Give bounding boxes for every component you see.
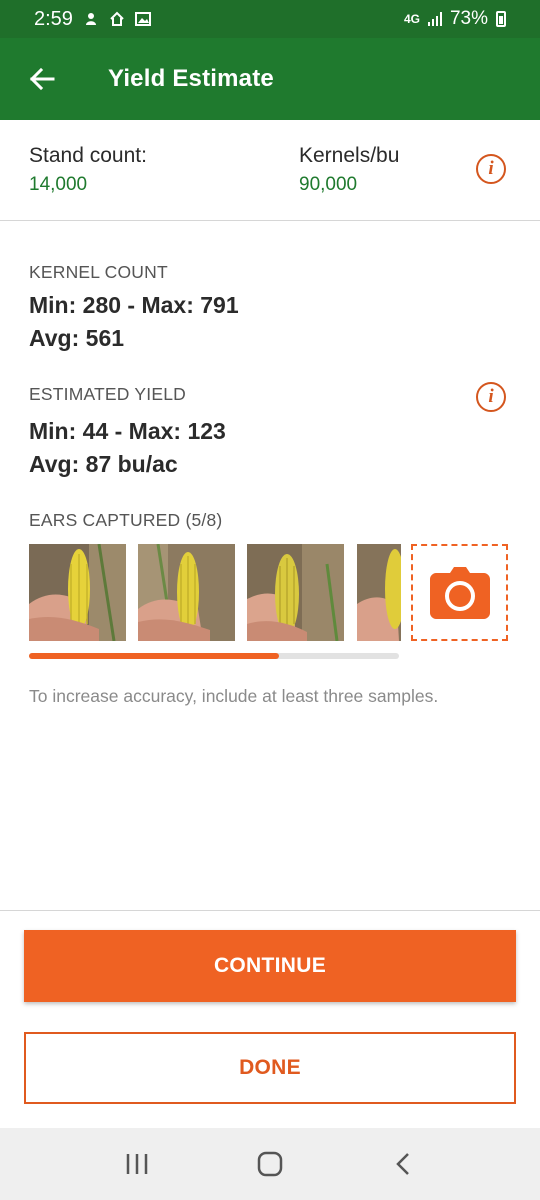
done-button[interactable]: DONE	[24, 1032, 516, 1104]
kernels-per-bushel: Kernels/bu 90,000	[299, 144, 399, 196]
recent-apps-icon	[126, 1154, 147, 1174]
signal-icon	[427, 12, 442, 26]
ear-photo[interactable]	[357, 544, 401, 641]
estimated-yield-label: ESTIMATED YIELD	[29, 384, 186, 404]
stand-count: Stand count: 14,000	[29, 144, 147, 196]
chevron-left-icon	[396, 1153, 410, 1175]
estimated-yield-range: Min: 44 - Max: 123	[29, 418, 226, 444]
home-button[interactable]	[240, 1134, 300, 1194]
ear-photo[interactable]	[138, 544, 235, 641]
home-icon	[257, 1151, 283, 1177]
arrow-left-icon	[29, 67, 55, 91]
system-nav-bar	[0, 1128, 540, 1200]
ears-captured-label: EARS CAPTURED (5/8)	[29, 510, 223, 530]
estimated-yield-avg: Avg: 87 bu/ac	[29, 451, 178, 477]
gallery-icon	[134, 12, 151, 26]
battery-icon	[496, 11, 506, 27]
ears-progress-bar	[29, 653, 399, 659]
status-bar: 2:59 4G 73%	[0, 0, 540, 38]
kernel-count-avg: Avg: 561	[29, 325, 125, 351]
back-button[interactable]	[12, 49, 72, 109]
stand-count-label: Stand count:	[29, 144, 147, 167]
app-bar: Yield Estimate	[0, 38, 540, 120]
ear-thumbnails	[29, 544, 401, 641]
system-back-button[interactable]	[373, 1134, 433, 1194]
camera-icon	[429, 566, 490, 619]
footer-divider	[0, 910, 540, 911]
summary-header: Stand count: 14,000 Kernels/bu 90,000 i	[0, 120, 540, 221]
add-photo-button[interactable]	[411, 544, 508, 641]
kernel-count-label: KERNEL COUNT	[29, 262, 168, 282]
page-title: Yield Estimate	[108, 65, 274, 92]
ear-photo[interactable]	[29, 544, 126, 641]
kernels-label: Kernels/bu	[299, 144, 400, 167]
notification-icon	[85, 13, 96, 25]
recent-apps-button[interactable]	[107, 1134, 167, 1194]
stand-count-value: 14,000	[29, 174, 88, 195]
ears-progress-fill	[29, 653, 279, 659]
ear-photo[interactable]	[247, 544, 344, 641]
yield-info-icon[interactable]: i	[476, 382, 506, 412]
info-icon[interactable]: i	[476, 154, 506, 184]
home-app-icon	[110, 11, 124, 26]
kernels-value: 90,000	[299, 174, 358, 195]
battery-percent: 73%	[449, 8, 488, 29]
network-type: 4G	[403, 12, 420, 26]
continue-button[interactable]: CONTINUE	[24, 930, 516, 1002]
status-time: 2:59	[34, 7, 73, 30]
accuracy-hint: To increase accuracy, include at least t…	[29, 686, 439, 706]
kernel-count-range: Min: 280 - Max: 791	[29, 292, 239, 318]
